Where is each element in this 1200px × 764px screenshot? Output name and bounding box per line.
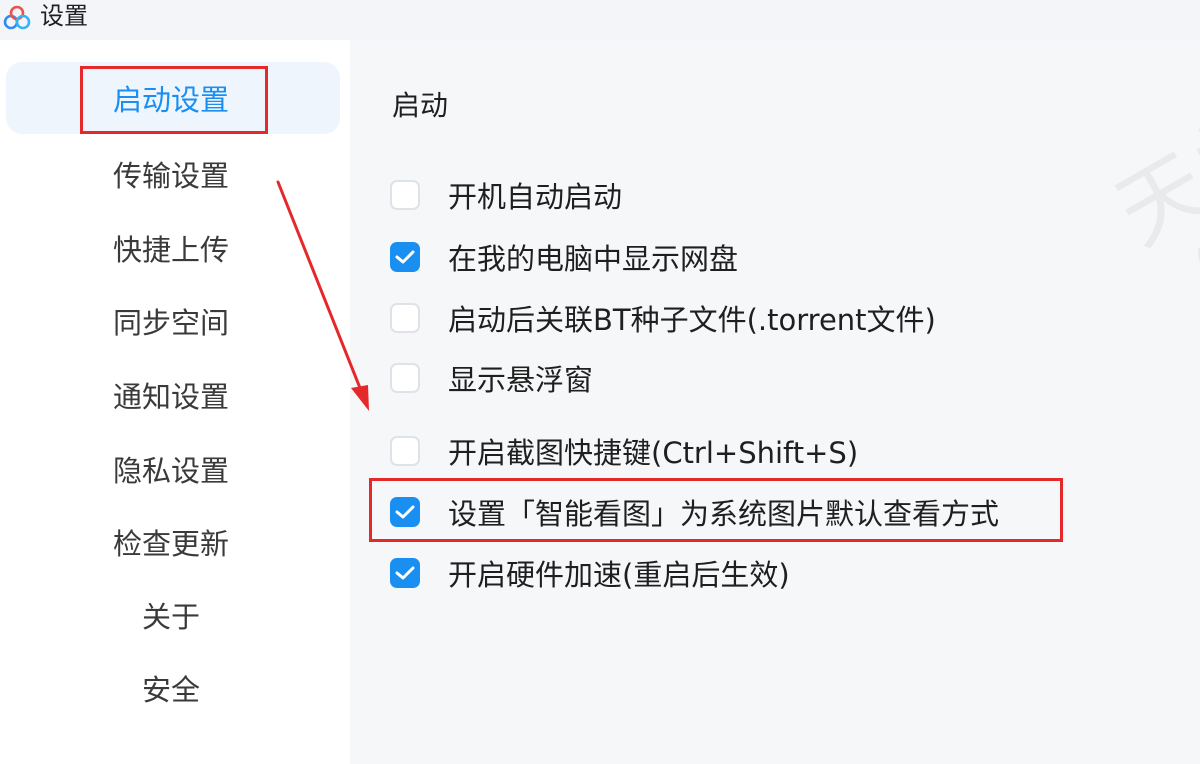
sidebar-item-quick-upload[interactable]: 快捷上传 xyxy=(6,212,340,284)
option-default-image-viewer[interactable]: 设置「智能看图」为系统图片默认查看方式 xyxy=(390,491,999,533)
sidebar-item-label: 同步空间 xyxy=(112,306,229,340)
option-label: 设置「智能看图」为系统图片默认查看方式 xyxy=(448,497,1000,531)
sidebar-item-security[interactable]: 安全 xyxy=(6,652,340,724)
option-label: 显示悬浮窗 xyxy=(448,363,594,397)
sidebar-item-check-update[interactable]: 检查更新 xyxy=(6,506,340,578)
sidebar-item-startup-settings[interactable]: 启动设置 xyxy=(6,62,340,134)
sidebar-item-label: 传输设置 xyxy=(112,159,229,193)
checkbox[interactable] xyxy=(390,497,420,527)
sidebar-item-label: 关于 xyxy=(141,600,200,634)
checkmark-icon xyxy=(395,566,415,580)
checkbox[interactable] xyxy=(390,303,420,333)
checkbox[interactable] xyxy=(390,558,420,588)
sidebar-item-label: 通知设置 xyxy=(112,380,229,414)
watermark-main-text: 天极下载站 xyxy=(1100,0,1200,265)
cloud-storage-logo-icon xyxy=(3,5,31,30)
section-title: 启动 xyxy=(392,89,449,122)
watermark-sub-text: (n)down.yesky.com xyxy=(1187,56,1200,289)
option-label: 在我的电脑中显示网盘 xyxy=(448,242,739,276)
sidebar-item-transfer-settings[interactable]: 传输设置 xyxy=(6,138,340,210)
option-hardware-acceleration[interactable]: 开启硬件加速(重启后生效) xyxy=(390,552,790,594)
title-bar: 设置 xyxy=(0,0,1200,40)
sidebar-item-privacy-settings[interactable]: 隐私设置 xyxy=(6,433,340,505)
settings-sidebar: 启动设置 传输设置 快捷上传 同步空间 通知设置 隐私设置 检查更新 关于 安全 xyxy=(0,40,350,764)
option-show-floating-window[interactable]: 显示悬浮窗 xyxy=(390,357,593,399)
sidebar-item-sync-space[interactable]: 同步空间 xyxy=(6,285,340,357)
option-label: 开启截图快捷键(Ctrl+Shift+S) xyxy=(448,436,859,470)
option-show-in-my-computer[interactable]: 在我的电脑中显示网盘 xyxy=(390,236,738,278)
settings-content-panel: 天极下载站 (n)down.yesky.com 启动 开机自动启动 在我的电脑中… xyxy=(350,0,1200,764)
option-label: 启动后关联BT种子文件(.torrent文件) xyxy=(448,303,936,337)
sidebar-item-label: 快捷上传 xyxy=(112,233,229,267)
checkmark-icon xyxy=(395,505,415,519)
checkmark-icon xyxy=(395,250,415,264)
checkbox[interactable] xyxy=(390,436,420,466)
sidebar-item-label: 安全 xyxy=(141,673,200,707)
sidebar-item-about[interactable]: 关于 xyxy=(6,579,340,651)
option-associate-bt-torrent[interactable]: 启动后关联BT种子文件(.torrent文件) xyxy=(390,297,936,339)
option-label: 开机自动启动 xyxy=(448,180,623,214)
checkbox[interactable] xyxy=(390,242,420,272)
option-label: 开启硬件加速(重启后生效) xyxy=(448,558,790,592)
option-auto-start[interactable]: 开机自动启动 xyxy=(390,174,622,216)
watermark: 天极下载站 (n)down.yesky.com xyxy=(1090,0,1200,308)
sidebar-item-label: 检查更新 xyxy=(112,527,229,561)
checkbox[interactable] xyxy=(390,180,420,210)
sidebar-item-label: 隐私设置 xyxy=(112,454,229,488)
sidebar-item-label: 启动设置 xyxy=(112,83,229,117)
checkbox[interactable] xyxy=(390,363,420,393)
sidebar-item-notification-settings[interactable]: 通知设置 xyxy=(6,359,340,431)
window-title: 设置 xyxy=(40,2,88,30)
option-screenshot-hotkey[interactable]: 开启截图快捷键(Ctrl+Shift+S) xyxy=(390,430,858,472)
